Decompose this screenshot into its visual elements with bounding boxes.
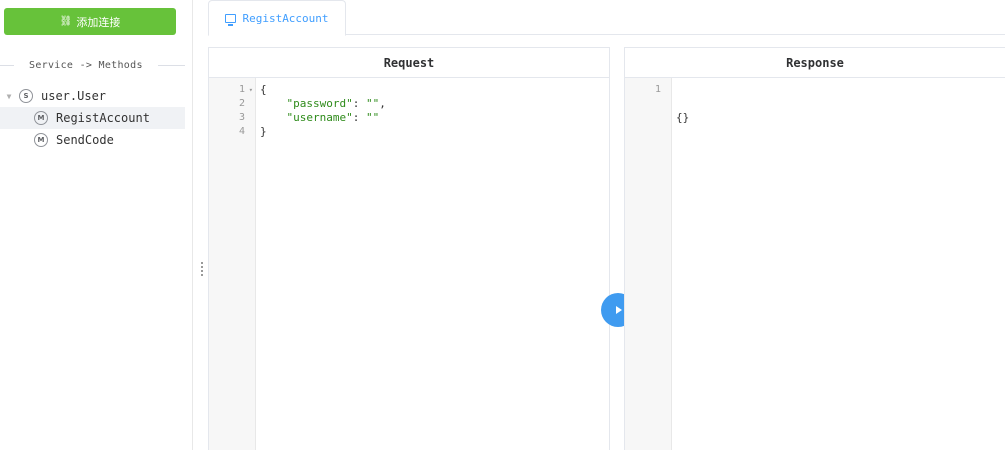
sidebar: ⛓ 添加连接 Service -> Methods ▼ S user.User … bbox=[0, 0, 193, 450]
line-number: 3 bbox=[238, 112, 245, 123]
link-icon: ⛓ bbox=[59, 16, 73, 27]
response-panel: Response 1 {} bbox=[624, 47, 1005, 450]
method-badge-icon: M bbox=[34, 111, 48, 125]
service-badge-icon: S bbox=[19, 89, 33, 103]
code-line: } bbox=[260, 125, 267, 138]
line-number: 1 bbox=[654, 84, 661, 95]
tree-item-service[interactable]: ▼ S user.User bbox=[0, 85, 185, 107]
add-connection-button[interactable]: ⛓ 添加连接 bbox=[4, 8, 176, 35]
method-label: SendCode bbox=[56, 133, 114, 147]
code-line: "username": "" bbox=[286, 111, 380, 124]
code-line: {} bbox=[676, 111, 690, 124]
request-panel: Request 1 ▾ 2 3 4 { "password": "", "user… bbox=[208, 47, 610, 450]
service-tree: ▼ S user.User M RegistAccount M SendCode bbox=[0, 85, 185, 151]
tab-registaccount[interactable]: RegistAccount bbox=[208, 0, 346, 36]
play-icon bbox=[616, 306, 622, 314]
caret-down-icon[interactable]: ▼ bbox=[3, 92, 15, 101]
response-code[interactable]: {} bbox=[676, 83, 1005, 153]
resize-handle[interactable] bbox=[201, 262, 203, 276]
divider-text: Service -> Methods bbox=[29, 59, 143, 71]
tab-label: RegistAccount bbox=[242, 11, 329, 25]
tab-bar: RegistAccount bbox=[208, 0, 1005, 36]
request-gutter: 1 ▾ 2 3 4 bbox=[209, 78, 256, 450]
request-editor[interactable]: 1 ▾ 2 3 4 { "password": "", "username": "… bbox=[209, 78, 609, 450]
response-editor[interactable]: 1 {} bbox=[625, 78, 1005, 450]
request-code[interactable]: { "password": "", "username": ""} bbox=[260, 83, 609, 139]
request-title: Request bbox=[209, 48, 609, 78]
response-title: Response bbox=[625, 48, 1005, 78]
response-gutter: 1 bbox=[625, 78, 672, 450]
monitor-icon bbox=[225, 13, 237, 26]
service-methods-divider: Service -> Methods bbox=[0, 58, 185, 72]
line-number: 1 ▾ bbox=[238, 83, 253, 97]
method-label: RegistAccount bbox=[56, 111, 150, 125]
add-connection-label: 添加连接 bbox=[76, 15, 121, 29]
tree-item-method-registaccount[interactable]: M RegistAccount bbox=[0, 107, 185, 129]
fold-icon[interactable]: ▾ bbox=[249, 83, 253, 97]
line-number: 4 bbox=[238, 126, 245, 137]
code-line: "password": "", bbox=[286, 97, 386, 110]
tree-item-method-sendcode[interactable]: M SendCode bbox=[0, 129, 185, 151]
method-badge-icon: M bbox=[34, 133, 48, 147]
service-label: user.User bbox=[41, 89, 107, 103]
line-number: 2 bbox=[238, 98, 245, 109]
code-line: { bbox=[260, 83, 267, 96]
